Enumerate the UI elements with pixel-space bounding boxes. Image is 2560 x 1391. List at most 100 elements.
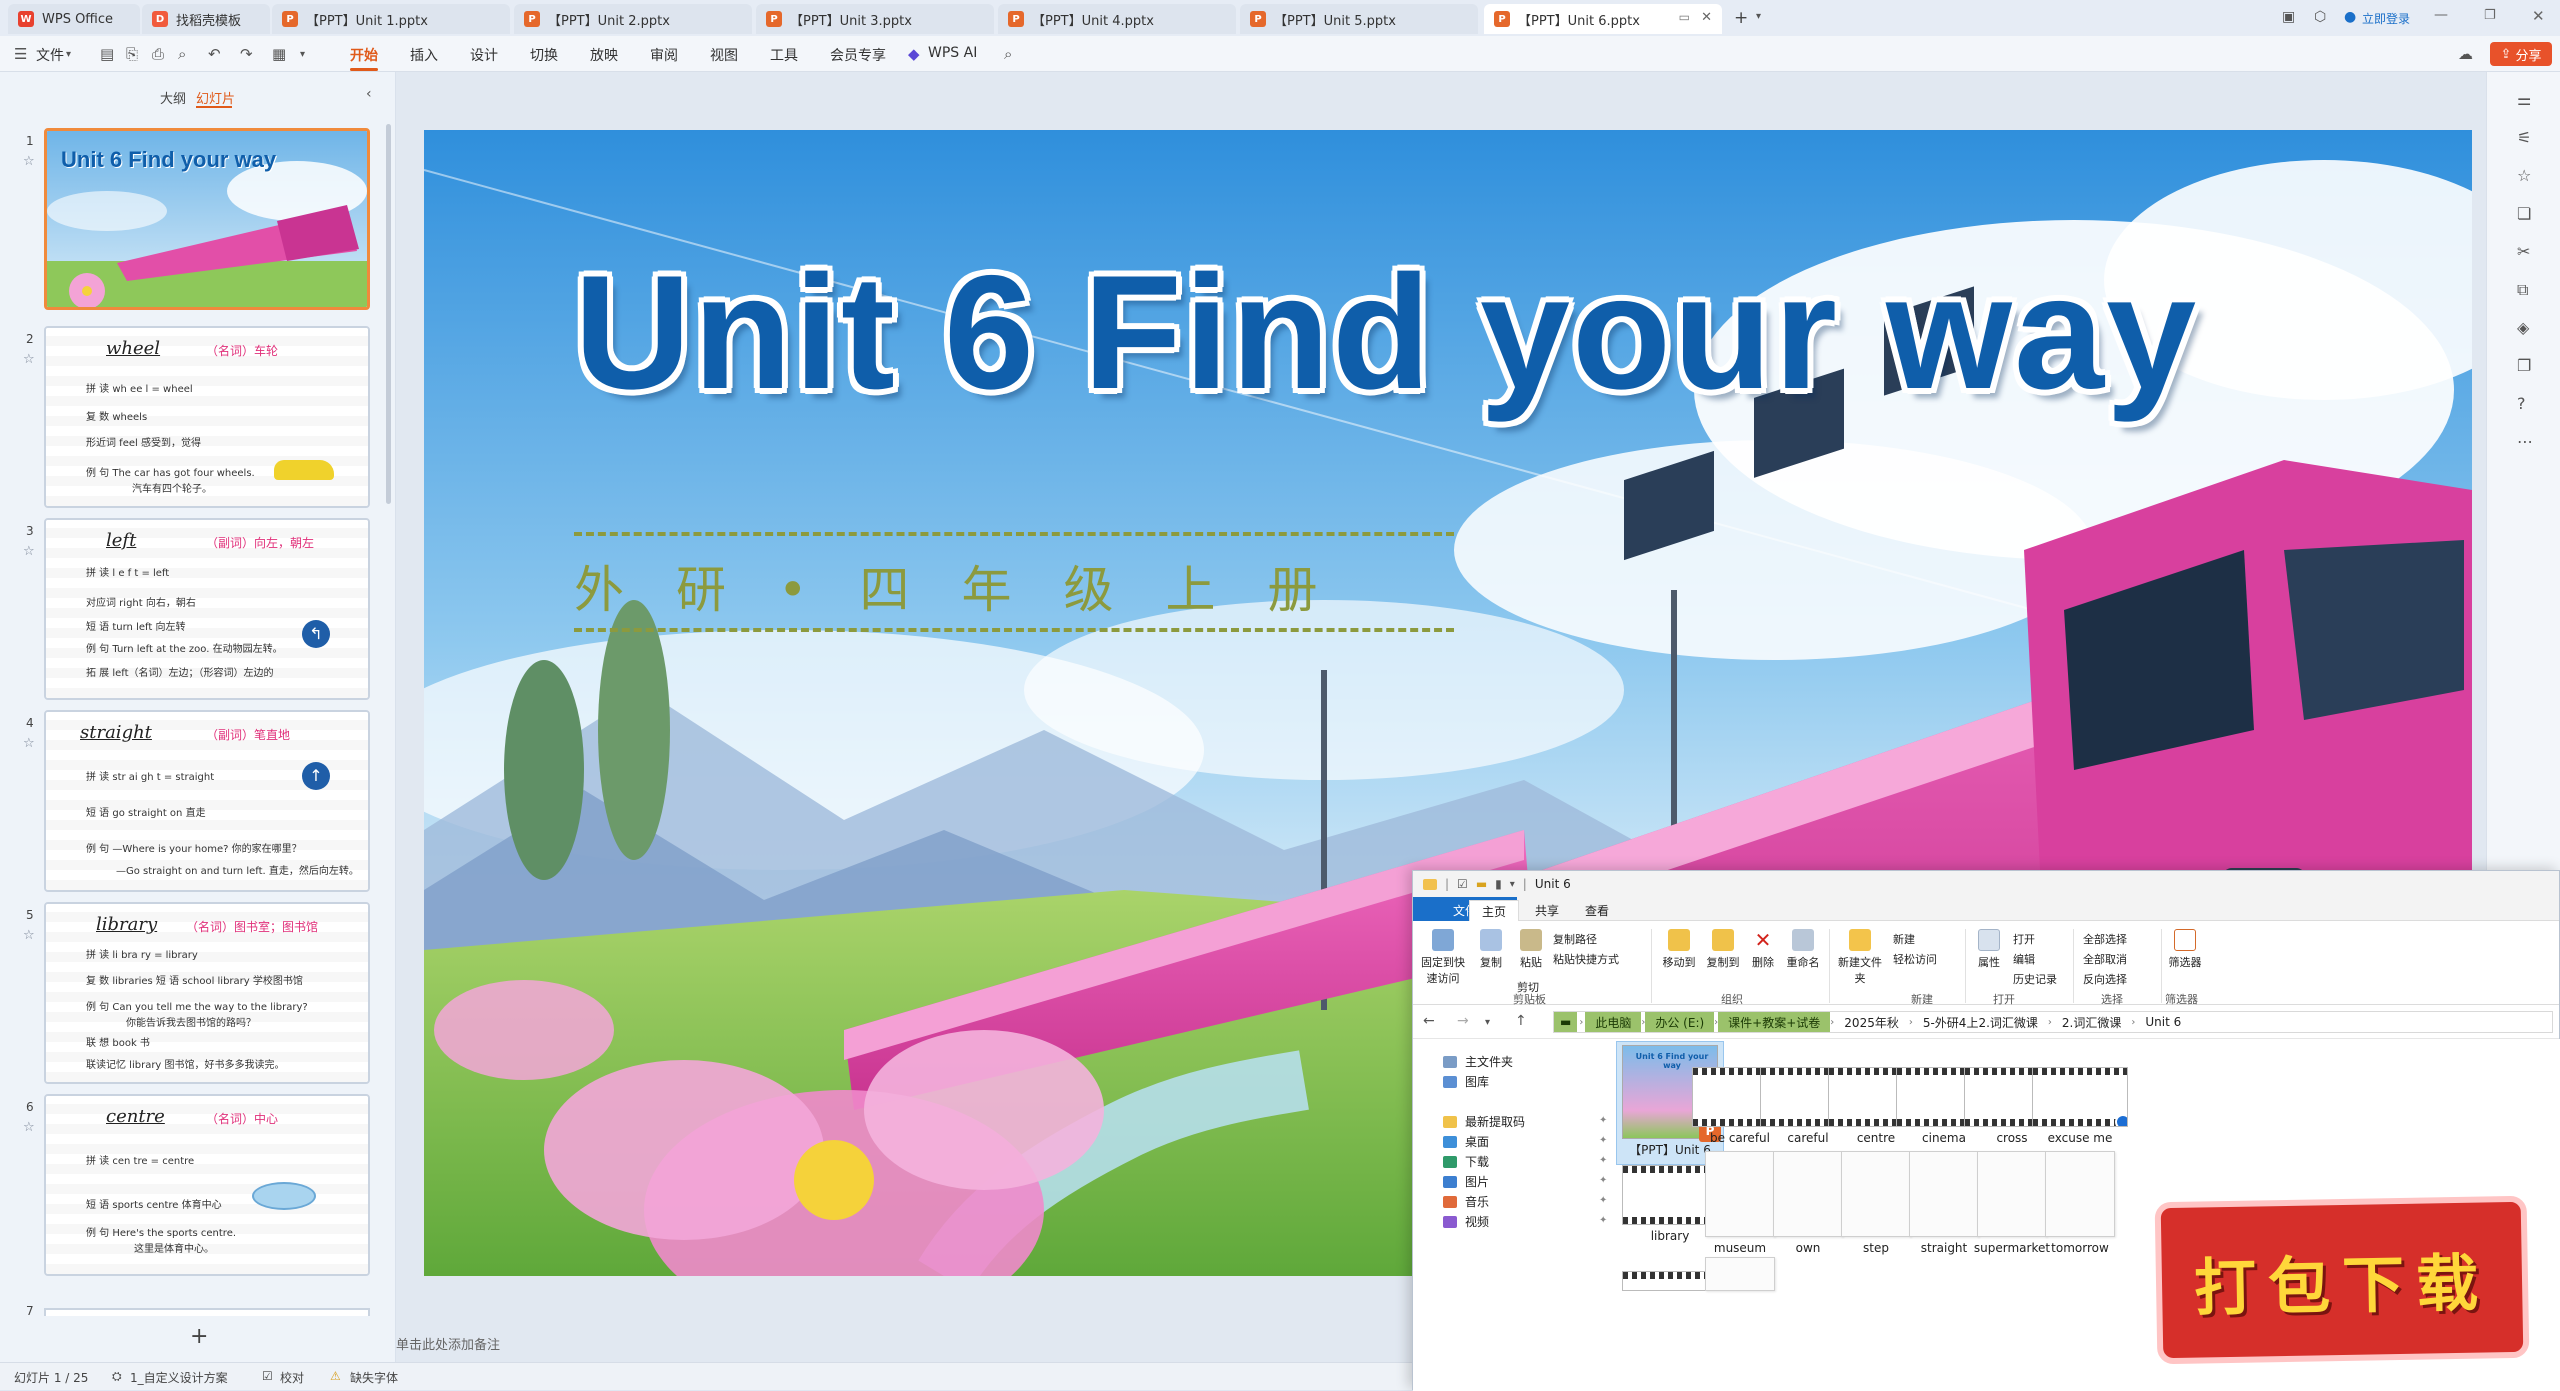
pin-icon[interactable]: ✦ [1599, 1155, 1607, 1166]
window-close-icon[interactable]: ✕ [2532, 7, 2545, 25]
star-outline-icon[interactable]: ☆ [2517, 166, 2531, 185]
breadcrumb-folder[interactable]: 5-外研4上2.词汇微课 [1913, 1014, 2048, 1031]
slide-subtitle[interactable]: 外研•四年级上册 [574, 550, 1454, 622]
tab-wps-ai[interactable]: WPS AI [928, 45, 977, 61]
edit-button[interactable]: 编辑 [2013, 951, 2035, 967]
theme-name[interactable]: 1_自定义设计方案 [130, 1369, 228, 1386]
select-none-button[interactable]: 全部取消 [2083, 951, 2127, 967]
print-icon[interactable]: ⎙ [152, 45, 164, 63]
move-to-button[interactable]: 移动到 [1659, 929, 1699, 970]
history-button[interactable]: 历史记录 [2013, 971, 2057, 987]
tab-slides[interactable]: 幻灯片 [196, 88, 235, 107]
tab-design[interactable]: 设计 [470, 45, 498, 65]
up-icon[interactable]: ↑ [1515, 1013, 1527, 1029]
new-folder-icon[interactable]: ▬ [1476, 877, 1487, 891]
file-item-doc[interactable] [1688, 1257, 1792, 1295]
slide-thumb-6[interactable]: centre （名词）中心 拼 读 cen tre = centre 短 语 s… [44, 1094, 370, 1276]
tab-view[interactable]: 视图 [710, 45, 738, 65]
preview-icon[interactable]: ⌕ [178, 45, 186, 63]
chevron-down-icon[interactable]: ▾ [1510, 879, 1515, 890]
file-item-video[interactable]: excuse me [2028, 1067, 2132, 1145]
open-button[interactable]: 打开 [2013, 931, 2035, 947]
tab-home[interactable]: 开始 [350, 45, 378, 65]
explorer-tab-home[interactable]: 主页 [1469, 900, 1520, 922]
missing-fonts-button[interactable]: 缺失字体 [350, 1369, 398, 1386]
copy-to-button[interactable]: 复制到 [1703, 929, 1743, 970]
rename-button[interactable]: 重命名 [1783, 929, 1823, 970]
explorer-tab-share[interactable]: 共享 [1523, 900, 1571, 921]
proof-button[interactable]: 校对 [280, 1369, 304, 1386]
nav-latest-codes[interactable]: 最新提取码 [1443, 1113, 1525, 1130]
star-icon[interactable]: ☆ [23, 544, 35, 559]
tab-wps-office[interactable]: W WPS Office [8, 4, 140, 34]
tab-unit5[interactable]: P 【PPT】Unit 5.pptx [1240, 4, 1478, 34]
export-pdf-icon[interactable]: ⎘ [126, 45, 138, 63]
minimize-icon[interactable]: — [2434, 7, 2448, 23]
maximize-icon[interactable]: ❐ [2484, 8, 2496, 23]
breadcrumb-drive[interactable]: 办公 (E:) [1645, 1012, 1715, 1032]
tab-slideshow[interactable]: 放映 [590, 45, 618, 65]
undo-icon[interactable]: ↶ [208, 45, 221, 63]
nav-videos[interactable]: 视频 [1443, 1213, 1489, 1230]
share-button[interactable]: ⇪ 分享 [2490, 42, 2552, 66]
redo-icon[interactable]: ↷ [240, 45, 253, 63]
filter-button[interactable]: 筛选器 [2167, 929, 2203, 970]
copy-path-button[interactable]: 复制路径 [1553, 931, 1597, 947]
tools-icon[interactable]: ✂ [2517, 242, 2530, 261]
slide-thumb-2[interactable]: wheel （名词）车轮 拼 读 wh ee l = wheel 复 数 whe… [44, 326, 370, 508]
explorer-tab-view[interactable]: 查看 [1573, 900, 1621, 921]
slide-thumb-5[interactable]: library （名词）图书室；图书馆 拼 读 li bra ry = libr… [44, 902, 370, 1084]
properties-icon[interactable]: ☑ [1457, 877, 1468, 891]
copy-icon[interactable]: ❏ [2517, 204, 2531, 223]
easy-access-button[interactable]: 轻松访问 [1893, 951, 1937, 967]
pin-quick-access-button[interactable]: 固定到快速访问 [1417, 929, 1469, 986]
tab-member[interactable]: 会员专享 [830, 45, 886, 65]
quick-access-icon[interactable]: ▮ [1495, 877, 1502, 891]
star-icon[interactable]: ☆ [23, 154, 35, 169]
new-item-button[interactable]: 新建 [1893, 931, 1915, 947]
add-slide-button[interactable]: + [190, 1324, 208, 1349]
cloud-sync-icon[interactable]: ☁ [2458, 45, 2473, 63]
copy-button[interactable]: 复制 [1473, 929, 1509, 970]
pin-icon[interactable]: ✦ [1599, 1175, 1607, 1186]
thumb-scrollbar[interactable] [386, 124, 391, 504]
collapse-panel-icon[interactable]: ‹ [366, 86, 372, 102]
help-icon[interactable]: ? [2517, 394, 2526, 413]
slide-thumb-4[interactable]: straight （副词）笔直地 拼 读 str ai gh t = strai… [44, 710, 370, 892]
slide-thumb-3[interactable]: left （副词）向左，朝左 拼 读 l e f t = left 对应词 ri… [44, 518, 370, 700]
breadcrumb-this-pc[interactable]: 此电脑 [1585, 1012, 1642, 1032]
nav-home[interactable]: 主文件夹 [1443, 1053, 1513, 1070]
tab-tools[interactable]: 工具 [770, 45, 798, 65]
star-icon[interactable]: ☆ [23, 736, 35, 751]
back-icon[interactable]: ← [1423, 1013, 1435, 1029]
forward-icon[interactable]: → [1457, 1013, 1469, 1029]
chevron-down-icon[interactable]: ▾ [1756, 11, 1761, 22]
shield-icon[interactable]: ◈ [2517, 318, 2529, 337]
menu-icon[interactable]: ☰ [14, 45, 27, 63]
share-box-icon[interactable]: ⧉ [2517, 280, 2528, 300]
pin-icon[interactable]: ✦ [1599, 1215, 1607, 1226]
download-package-badge[interactable]: 打包下载 [2160, 1201, 2524, 1359]
login-link[interactable]: 立即登录 [2362, 10, 2410, 27]
notes-placeholder[interactable]: 单击此处添加备注 [396, 1334, 500, 1353]
slide-thumb-7-partial[interactable] [44, 1308, 370, 1316]
breadcrumb-folder[interactable]: 2025年秋 [1834, 1014, 1909, 1031]
select-all-button[interactable]: 全部选择 [2083, 931, 2127, 947]
tab-unit6[interactable]: P 【PPT】Unit 6.pptx ▭ ✕ [1484, 4, 1722, 34]
adjust-icon[interactable]: ⚟ [2517, 128, 2531, 147]
format-painter-icon[interactable]: ▦ [272, 45, 286, 63]
breadcrumb-current[interactable]: Unit 6 [2135, 1015, 2191, 1029]
chevron-down-icon[interactable]: ▾ [300, 49, 305, 60]
more-icon[interactable]: ⋯ [2517, 432, 2533, 451]
paste-shortcut-button[interactable]: 粘贴快捷方式 [1553, 951, 1619, 967]
nav-downloads[interactable]: 下载 [1443, 1153, 1489, 1170]
star-icon[interactable]: ☆ [23, 352, 35, 367]
tab-docer-templates[interactable]: D 找稻壳模板 [142, 4, 270, 34]
window-restore-icon[interactable]: ▭ [1679, 10, 1690, 24]
tab-unit4[interactable]: P 【PPT】Unit 4.pptx [998, 4, 1236, 34]
breadcrumb-folder[interactable]: 课件+教案+试卷 [1718, 1012, 1831, 1032]
file-menu[interactable]: 文件 [36, 45, 64, 65]
paste-button[interactable]: 粘贴 [1513, 929, 1549, 970]
user-avatar-icon[interactable]: ● [2344, 9, 2356, 25]
nav-music[interactable]: 音乐 [1443, 1193, 1489, 1210]
